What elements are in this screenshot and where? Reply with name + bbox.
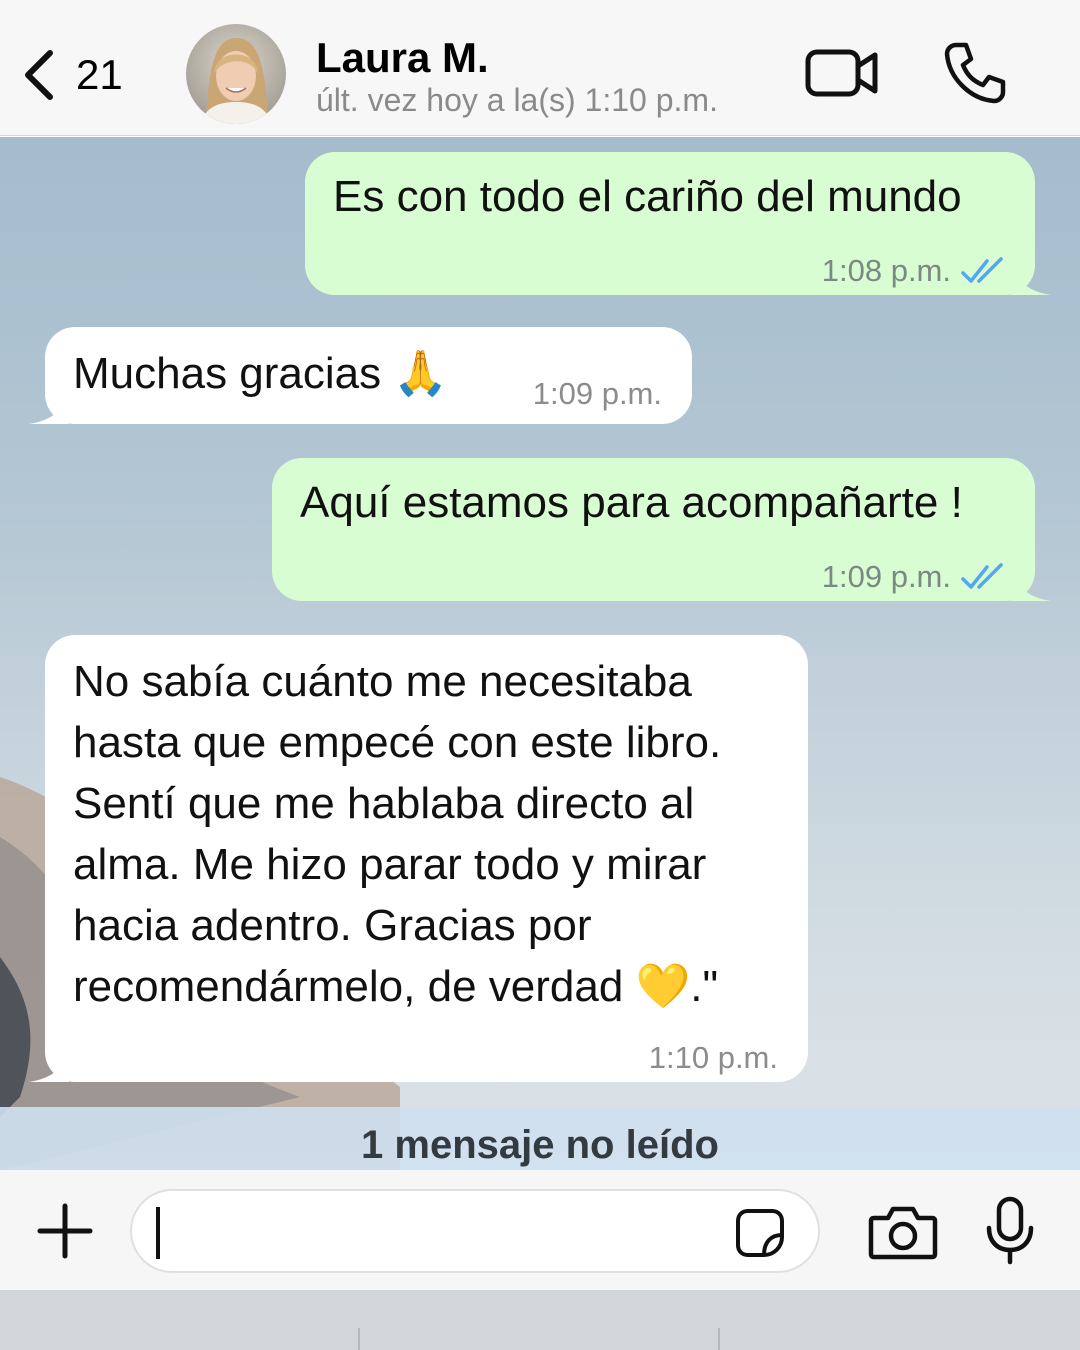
message-bubble-incoming[interactable]: Muchas gracias 🙏 1:09 p.m. bbox=[29, 327, 692, 424]
back-button[interactable]: 21 bbox=[20, 42, 123, 108]
message-bubble-outgoing[interactable]: Aquí estamos para acompañarte ! 1:09 p.m… bbox=[272, 458, 1051, 601]
message-bubble-outgoing[interactable]: Es con todo el cariño del mundo 1:08 p.m… bbox=[305, 152, 1051, 295]
bubble-tail bbox=[1011, 259, 1051, 295]
bubble-tail bbox=[29, 1046, 69, 1082]
message-text: Es con todo el cariño del mundo bbox=[333, 172, 962, 221]
read-receipt-icon bbox=[961, 256, 1003, 283]
message-text: No sabía cuánto me necesitaba hasta que … bbox=[73, 651, 721, 1017]
message-bubble-incoming[interactable]: No sabía cuánto me necesitaba hasta que … bbox=[29, 635, 808, 1082]
chat-header: 21 Laura M. últ. vez hoy a la(s) 1:10 p.… bbox=[0, 0, 1080, 136]
unread-chats-count: 21 bbox=[76, 51, 123, 98]
phone-icon[interactable] bbox=[942, 40, 1008, 106]
chat-messages-area[interactable]: Es con todo el cariño del mundo 1:08 p.m… bbox=[0, 137, 1080, 1170]
message-text: Muchas gracias 🙏 bbox=[73, 349, 449, 398]
text-caret bbox=[156, 1207, 160, 1259]
message-text: Aquí estamos para acompañarte ! bbox=[300, 478, 963, 527]
last-seen-status: últ. vez hoy a la(s) 1:10 p.m. bbox=[316, 82, 718, 118]
sticker-icon[interactable] bbox=[734, 1207, 786, 1259]
message-line: No sabía cuánto me necesitaba bbox=[73, 657, 692, 706]
plus-icon[interactable] bbox=[36, 1202, 94, 1260]
bubble-tail bbox=[29, 388, 69, 424]
message-line: recomendármelo, de verdad 💛." bbox=[73, 962, 719, 1011]
message-time: 1:08 p.m. bbox=[822, 240, 1005, 301]
read-receipt-icon bbox=[961, 562, 1003, 589]
bubble-tail bbox=[1011, 565, 1051, 601]
message-line: alma. Me hizo parar todo y mirar bbox=[73, 840, 707, 889]
suggestion-divider bbox=[718, 1328, 720, 1350]
video-camera-icon[interactable] bbox=[804, 46, 880, 100]
message-line: Sentí que me hablaba directo al bbox=[73, 779, 695, 828]
message-time: 1:09 p.m. bbox=[532, 376, 662, 411]
avatar[interactable] bbox=[186, 24, 286, 124]
message-composer bbox=[0, 1170, 1080, 1290]
message-line: hacia adentro. Gracias por bbox=[73, 901, 592, 950]
keyboard-suggestion-bar bbox=[0, 1290, 1080, 1350]
message-input[interactable] bbox=[130, 1189, 820, 1273]
chevron-left-icon bbox=[25, 50, 53, 100]
contact-name[interactable]: Laura M. bbox=[316, 34, 489, 82]
microphone-icon[interactable] bbox=[984, 1196, 1036, 1266]
suggestion-divider bbox=[358, 1328, 360, 1350]
message-time: 1:10 p.m. bbox=[648, 1040, 778, 1075]
camera-icon[interactable] bbox=[868, 1204, 938, 1260]
message-time: 1:09 p.m. bbox=[822, 546, 1005, 607]
message-line: hasta que empecé con este libro. bbox=[73, 718, 722, 767]
unread-messages-banner: 1 mensaje no leído bbox=[0, 1107, 1080, 1170]
